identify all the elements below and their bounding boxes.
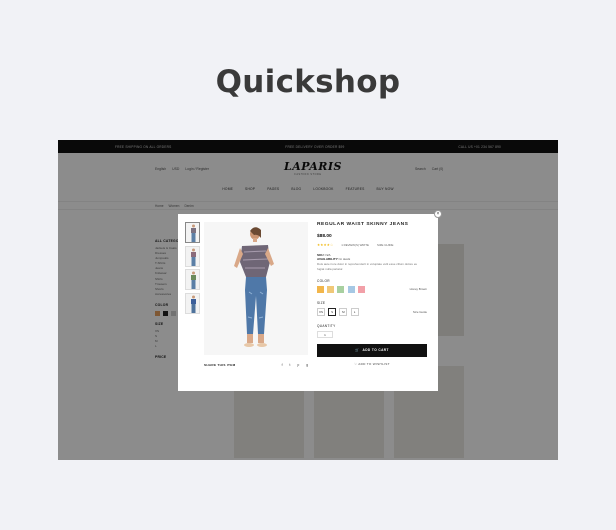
color-swatch[interactable]: [357, 285, 365, 293]
add-to-cart-button[interactable]: 🛒 ADD TO CART: [317, 343, 427, 357]
product-title: REGULAR WAIST SKINNY JEANS: [317, 222, 409, 227]
product-info: REGULAR WAIST SKINNY JEANS $88.00 ★★★★☆ …: [317, 222, 427, 366]
size-label: SIZE: [317, 300, 326, 305]
add-to-wishlist-link[interactable]: ♡ ADD TO WISHLIST: [317, 362, 427, 366]
size-options: XS S M L Size Guide: [317, 307, 427, 316]
product-description: Duis aute irure dolor in reprehenderit i…: [317, 262, 418, 271]
rating-row: ★★★★☆ 1 REVIEW(S) WRITE SIZE GUIDE: [317, 243, 427, 247]
twitter-icon[interactable]: t: [290, 363, 291, 367]
size-option[interactable]: XS: [317, 307, 325, 316]
product-thumbnail[interactable]: [185, 245, 200, 267]
product-price: $88.00: [317, 234, 332, 239]
color-swatch[interactable]: [317, 285, 324, 293]
size-option[interactable]: L: [350, 307, 359, 316]
page-heading: Quickshop: [215, 64, 401, 100]
sku-value: N/A: [325, 253, 331, 257]
add-to-wishlist-label: ADD TO WISHLIST: [358, 361, 390, 366]
facebook-icon[interactable]: f: [282, 363, 283, 367]
quantity-input[interactable]: 1: [317, 330, 333, 338]
color-swatch[interactable]: [337, 285, 345, 293]
color-options: Honey Brown: [317, 285, 427, 293]
availability-value: In stock: [339, 257, 351, 262]
store-screenshot: FREE SHIPPING ON ALL ORDERS FREE DELIVER…: [58, 140, 558, 460]
size-guide-link[interactable]: Size Guide: [413, 310, 427, 314]
product-thumbnail[interactable]: [185, 269, 200, 290]
color-label: COLOR: [317, 278, 330, 283]
product-thumbnail[interactable]: [185, 222, 200, 243]
size-option[interactable]: S: [328, 307, 337, 316]
selected-color-name: Honey Brown: [409, 287, 427, 292]
share-label: SHARE THIS ITEM: [204, 363, 236, 367]
color-swatch[interactable]: [347, 285, 355, 293]
heart-icon: ♡: [354, 361, 358, 366]
color-swatch[interactable]: [327, 285, 335, 293]
quickshop-modal: × SHARE THIS ITEM f t p g REGULAR WAIST …: [178, 210, 442, 391]
sku-label: SKU:: [317, 253, 325, 257]
rating-stars-icon: ★★★★☆: [317, 243, 334, 247]
size-guide-link[interactable]: SIZE GUIDE: [377, 243, 393, 247]
close-icon[interactable]: ×: [434, 210, 442, 218]
size-option[interactable]: M: [339, 307, 348, 316]
google-plus-icon[interactable]: g: [306, 363, 308, 367]
share-bar: SHARE THIS ITEM f t p g: [204, 363, 308, 367]
cart-icon: 🛒: [355, 348, 360, 353]
add-to-cart-label: ADD TO CART: [362, 348, 389, 353]
product-thumbnail[interactable]: [185, 292, 200, 314]
pinterest-icon[interactable]: p: [297, 363, 299, 367]
thumbnail-list: [185, 222, 200, 316]
availability-label: AVAILABILITY:: [317, 257, 339, 262]
product-main-image[interactable]: [204, 222, 308, 355]
quantity-label: QUANTITY: [317, 323, 336, 328]
availability-row: AVAILABILITY: In stock: [317, 257, 427, 261]
reviews-link[interactable]: 1 REVIEW(S) WRITE: [341, 243, 369, 247]
